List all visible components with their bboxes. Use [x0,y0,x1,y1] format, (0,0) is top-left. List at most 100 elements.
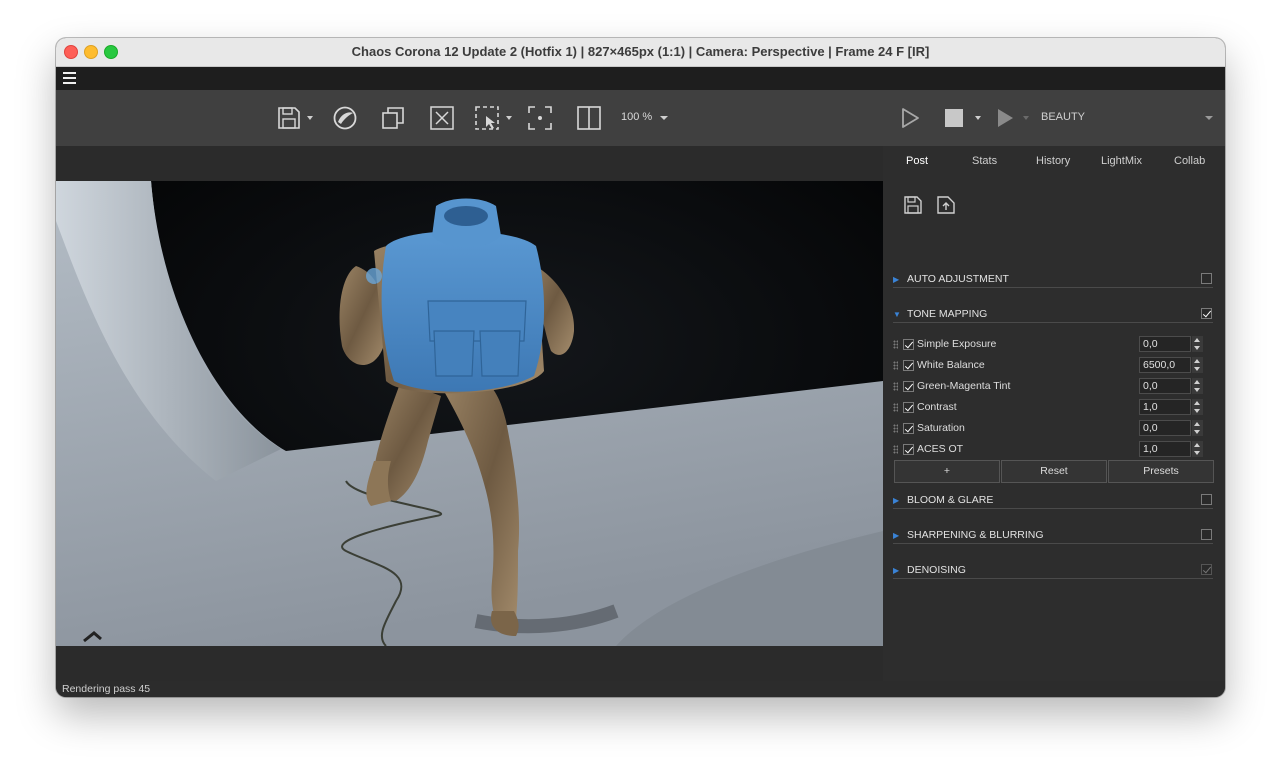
green-magenta-tint-spinner[interactable] [1192,378,1203,394]
start-render-button[interactable] [898,102,922,134]
white-balance-input[interactable]: 6500,0 [1139,357,1191,373]
aces-ot-input[interactable]: 1,0 [1139,441,1191,457]
sharpening-blurring-checkbox[interactable] [1201,529,1212,540]
aces-ot-spinner[interactable] [1192,441,1203,457]
corona-vfb-window: Chaos Corona 12 Update 2 (Hotfix 1) | 82… [56,38,1225,697]
render-pass-caret-icon[interactable] [1205,116,1213,120]
zoom-level[interactable]: 100 % [621,111,652,123]
operator-label: Green-Magenta Tint [917,380,1011,392]
divider [893,508,1213,509]
resume-render-icon [998,109,1013,127]
operator-label: Contrast [917,401,957,413]
simple-exposure-input[interactable]: 0,0 [1139,336,1191,352]
operator-label: ACES OT [917,443,964,455]
focus-point-button[interactable] [525,102,555,134]
resume-dropdown-button[interactable] [1020,102,1032,134]
clear-vfb-button[interactable] [427,102,457,134]
status-bar: Rendering pass 45 [56,681,1225,697]
save-icon [904,196,922,214]
expanded-arrow-icon: ▼ [893,310,901,319]
copy-to-clipboard-button[interactable] [378,102,408,134]
white-balance-spinner[interactable] [1192,357,1203,373]
render-viewport[interactable] [56,146,883,681]
render-preview-image [56,181,883,646]
simple-exposure-spinner[interactable] [1192,336,1203,352]
region-select-icon [475,106,499,130]
render-pass-select[interactable]: BEAUTY [1041,111,1085,123]
auto-adjustment-checkbox[interactable] [1201,273,1212,284]
save-post-preset-button[interactable] [903,195,923,215]
tab-history[interactable]: History [1036,155,1070,167]
clear-icon [430,106,454,130]
zoom-dropdown-caret-icon[interactable] [660,116,668,120]
compare-icon [577,106,601,130]
region-dropdown-caret-icon[interactable] [506,116,512,120]
drag-handle-icon[interactable] [893,340,898,349]
divider [893,578,1213,579]
save-dropdown-caret-icon[interactable] [306,116,313,120]
tone-mapping-checkbox[interactable] [1201,308,1212,319]
section-title: SHARPENING & BLURRING [907,529,1044,541]
collapsed-arrow-icon: ▶ [893,566,900,575]
stop-render-icon [945,109,963,127]
tab-collab[interactable]: Collab [1174,155,1205,167]
contrast-spinner[interactable] [1192,399,1203,415]
drag-handle-icon[interactable] [893,382,898,391]
window-title: Chaos Corona 12 Update 2 (Hotfix 1) | 82… [351,44,930,59]
saturation-spinner[interactable] [1192,420,1203,436]
divider [893,287,1213,288]
section-denoising[interactable]: ▶ DENOISING [893,562,1213,580]
corona-image-editor-button[interactable] [330,102,360,134]
tone-row-white-balance: White Balance 6500,0 [893,355,1213,376]
ab-compare-button[interactable] [574,102,604,134]
reset-button[interactable]: Reset [1001,460,1107,483]
resume-render-button[interactable] [993,102,1017,134]
collapsed-arrow-icon: ▶ [893,496,900,505]
white-balance-checkbox[interactable] [903,360,914,371]
rendered-image[interactable] [56,181,883,646]
drag-handle-icon[interactable] [893,403,898,412]
tone-row-saturation: Saturation 0,0 [893,418,1213,439]
saturation-input[interactable]: 0,0 [1139,420,1191,436]
tab-stats[interactable]: Stats [972,155,997,167]
denoising-checkbox[interactable] [1201,564,1212,575]
contrast-input[interactable]: 1,0 [1139,399,1191,415]
operator-label: Simple Exposure [917,338,997,350]
collapsed-arrow-icon: ▶ [893,275,900,284]
copy-icon [382,107,404,129]
aces-ot-checkbox[interactable] [903,444,914,455]
load-post-preset-button[interactable] [936,195,956,215]
tab-post[interactable]: Post [906,155,928,167]
operator-label: White Balance [917,359,985,371]
drag-handle-icon[interactable] [893,424,898,433]
save-image-button[interactable] [274,102,314,134]
section-title: DENOISING [907,564,966,576]
drag-handle-icon[interactable] [893,445,898,454]
status-text: Rendering pass 45 [62,683,151,695]
section-sharpening-blurring[interactable]: ▶ SHARPENING & BLURRING [893,527,1213,545]
section-auto-adjustment[interactable]: ▶ AUTO ADJUSTMENT [893,271,1213,289]
tab-lightmix[interactable]: LightMix [1101,155,1142,167]
section-title: AUTO ADJUSTMENT [907,273,1009,285]
green-magenta-tint-checkbox[interactable] [903,381,914,392]
divider [893,543,1213,544]
load-file-icon [937,196,955,214]
hamburger-menu-icon[interactable] [63,72,76,84]
presets-button[interactable]: Presets [1108,460,1214,483]
saturation-checkbox[interactable] [903,423,914,434]
drag-handle-icon[interactable] [893,361,898,370]
region-render-button[interactable] [471,102,515,134]
stop-render-button[interactable] [942,102,966,134]
post-panel: Post Stats History LightMix Collab ▶ AUT… [883,146,1225,681]
bloom-glare-checkbox[interactable] [1201,494,1212,505]
section-title: BLOOM & GLARE [907,494,994,506]
section-bloom-glare[interactable]: ▶ BLOOM & GLARE [893,492,1213,510]
simple-exposure-checkbox[interactable] [903,339,914,350]
add-operator-button[interactable]: + [894,460,1000,483]
contrast-checkbox[interactable] [903,402,914,413]
section-tone-mapping[interactable]: ▼ TONE MAPPING [893,306,1213,324]
toolbar: 100 % BEAUTY [56,90,1225,146]
save-icon [277,107,300,129]
stop-dropdown-button[interactable] [972,102,984,134]
green-magenta-tint-input[interactable]: 0,0 [1139,378,1191,394]
